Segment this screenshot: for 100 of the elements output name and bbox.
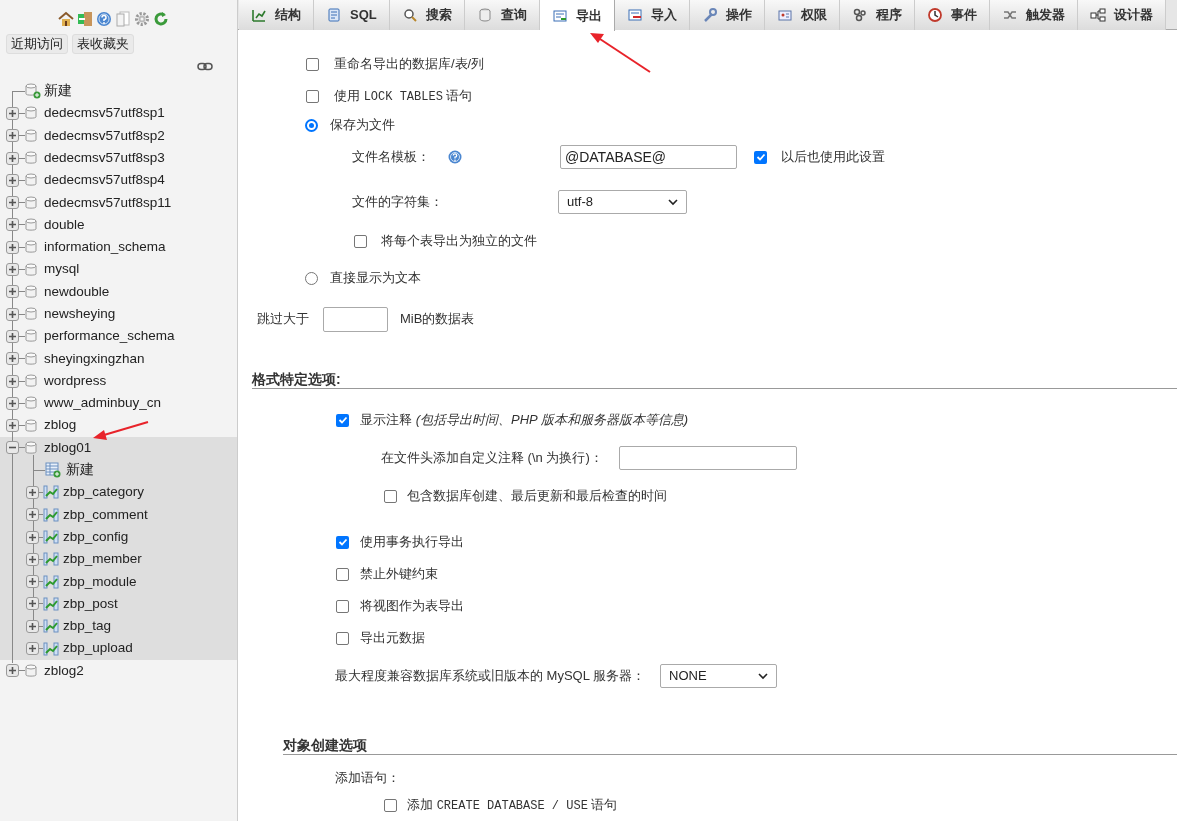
database-icon [25,440,37,455]
expand-toggle[interactable] [6,374,19,388]
plus-icon [28,577,37,587]
tab[interactable]: 查询 [464,0,540,30]
tree-item[interactable]: zblog [44,415,77,436]
expand-toggle[interactable] [6,196,19,210]
expand-toggle[interactable] [6,151,19,165]
tree-item[interactable]: dedecmsv57utf8sp4 [44,170,165,191]
option-label: 使用事务执行导出 [360,533,464,552]
tree-item[interactable]: zbp_tag [63,616,112,637]
expand-toggle[interactable] [6,129,19,143]
expand-toggle[interactable] [6,664,19,678]
tab[interactable]: 导入 [614,0,690,30]
tree-item[interactable]: zbp_module [63,571,137,592]
input-field[interactable] [619,446,797,470]
tree-item[interactable]: newdouble [44,281,110,302]
tree-item[interactable]: wordpress [44,370,107,392]
expand-toggle[interactable] [26,508,39,522]
select-field[interactable]: utf-8 [558,190,687,214]
tree-item[interactable]: mysql [44,259,80,280]
nav-button[interactable]: 表收藏夹 [72,34,134,54]
radio-button[interactable] [305,118,318,132]
help-icon[interactable] [96,11,112,27]
tree-item[interactable]: sheyingxingzhan [44,348,145,369]
tree-item[interactable]: 新建 [44,81,72,102]
reload-icon[interactable] [153,11,169,27]
expand-toggle[interactable] [6,285,19,299]
checkbox[interactable] [306,89,319,103]
option-label: 将视图作为表导出 [360,597,464,616]
tree-item[interactable]: double [44,214,85,236]
checkbox[interactable] [336,567,349,581]
tree-item[interactable]: zblog01 [44,437,92,458]
collapse-toggle[interactable] [6,441,19,455]
settings-icon[interactable] [134,11,150,27]
tree-item[interactable]: zbp_comment [63,504,148,525]
tab[interactable]: 操作 [689,0,765,30]
tree-item[interactable]: 新建 [66,460,94,481]
home-icon[interactable] [58,11,74,27]
tab[interactable]: 设计器 [1077,0,1166,30]
checkbox[interactable] [336,535,349,549]
plus-icon [8,287,17,297]
input-field[interactable] [323,306,388,332]
expand-toggle[interactable] [26,597,39,611]
expand-toggle[interactable] [6,419,19,433]
expand-toggle[interactable] [26,619,39,633]
expand-toggle[interactable] [26,642,39,656]
expand-toggle[interactable] [6,240,19,254]
tree-item[interactable]: zbp_category [63,482,145,503]
checkbox[interactable] [384,489,397,503]
expand-toggle[interactable] [6,307,19,321]
tree-item[interactable]: dedecmsv57utf8sp3 [44,147,165,169]
checkbox[interactable] [384,798,397,812]
tree-item[interactable]: zblog2 [44,660,84,681]
radio-button[interactable] [305,271,318,285]
tab[interactable]: 权限 [764,0,840,30]
checkbox[interactable] [336,599,349,613]
tree-item[interactable]: dedecmsv57utf8sp11 [44,192,172,213]
expand-toggle[interactable] [26,530,39,544]
expand-toggle[interactable] [6,352,19,366]
checkbox[interactable] [754,150,767,164]
tab[interactable]: 导出 [539,0,615,31]
tree-item[interactable]: zbp_post [63,593,118,615]
help-icon[interactable] [448,150,462,164]
input-field[interactable]: @DATABASE@ [560,145,737,169]
expand-toggle[interactable] [26,575,39,589]
tab[interactable]: SQL [314,0,390,30]
table-add-icon [45,462,61,479]
expand-toggle[interactable] [6,396,19,410]
tree-item[interactable]: zbp_member [63,549,142,570]
expand-toggle[interactable] [6,173,19,187]
tree-item[interactable]: performance_schema [44,326,175,347]
expand-toggle[interactable] [26,552,39,566]
database-icon [25,173,37,188]
checkbox[interactable] [306,57,319,71]
tree-item[interactable]: zbp_config [63,526,129,548]
expand-toggle[interactable] [6,263,19,276]
select-field[interactable]: NONE [660,664,777,688]
expand-toggle[interactable] [6,218,19,232]
tree-item[interactable]: information_schema [44,237,166,258]
expand-toggle[interactable] [26,486,39,499]
checkbox[interactable] [336,631,349,645]
link-icon[interactable] [197,62,213,71]
tree-item[interactable]: zbp_upload [63,638,133,659]
tab[interactable]: 程序 [839,0,915,30]
tab[interactable]: 触发器 [989,0,1078,30]
plus-icon [8,242,17,252]
tab[interactable]: 事件 [914,0,990,30]
plus-icon [8,421,17,431]
expand-toggle[interactable] [6,106,19,120]
checkbox[interactable] [354,234,367,248]
checkbox[interactable] [336,413,349,427]
tree-item[interactable]: newsheying [44,304,116,325]
tree-item[interactable]: www_adminbuy_cn [44,393,162,414]
expand-toggle[interactable] [6,329,19,343]
database-icon [476,7,493,23]
tree-item[interactable]: dedecmsv57utf8sp1 [44,103,165,124]
tab[interactable]: 结构 [239,0,314,30]
nav-button[interactable]: 近期访问 [6,34,68,54]
tab[interactable]: 搜索 [389,0,465,30]
tree-item[interactable]: dedecmsv57utf8sp2 [44,125,165,146]
